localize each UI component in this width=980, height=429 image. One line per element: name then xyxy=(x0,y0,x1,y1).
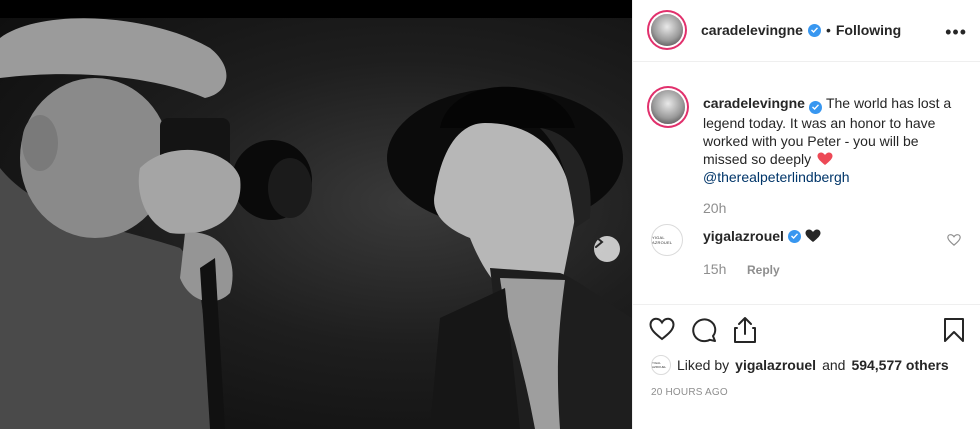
post-side-panel: caradelevingne • Following ••• caradelev… xyxy=(632,0,980,429)
top-black-bar xyxy=(0,0,632,18)
author-avatar[interactable] xyxy=(651,14,683,46)
verified-badge-icon xyxy=(787,229,801,243)
reply-username[interactable]: yigalazrouel xyxy=(703,228,784,244)
more-options-button[interactable]: ••• xyxy=(945,22,967,43)
black-heart-emoji-icon xyxy=(805,229,821,242)
mention-link[interactable]: @therealpeterlindbergh xyxy=(703,169,850,185)
comment-bubble-icon[interactable] xyxy=(691,317,717,343)
liked-by-prefix: Liked by xyxy=(677,357,730,373)
author-username[interactable]: caradelevingne xyxy=(701,22,803,38)
author-line: caradelevingne • Following xyxy=(701,22,901,38)
post-photo[interactable] xyxy=(0,18,632,429)
next-photo-button[interactable] xyxy=(594,236,620,262)
post-header: caradelevingne • Following ••• xyxy=(633,0,980,62)
photo-illustration xyxy=(0,18,632,429)
caption-time: 20h xyxy=(703,200,727,216)
reply-button[interactable]: Reply xyxy=(747,263,780,277)
bookmark-icon[interactable] xyxy=(943,317,965,343)
comments-section: caradelevingne The world has lost a legen… xyxy=(633,62,980,304)
verified-badge-icon xyxy=(808,100,822,114)
post-caption: caradelevingne The world has lost a legen… xyxy=(703,94,965,186)
comment-like-icon[interactable] xyxy=(947,234,961,246)
red-heart-emoji-icon xyxy=(817,152,833,165)
liker-avatar[interactable]: YIGAL AZROUEL xyxy=(651,355,671,375)
chevron-right-icon xyxy=(595,236,604,248)
instagram-post-view: caradelevingne • Following ••• caradelev… xyxy=(0,0,980,429)
post-actions: YIGAL AZROUEL Liked by yigalazrouel and … xyxy=(633,304,980,429)
verified-badge-icon xyxy=(807,23,821,37)
following-button[interactable]: Following xyxy=(836,22,901,38)
separator-dot: • xyxy=(825,22,831,38)
reply-avatar-text: YIGAL AZROUEL xyxy=(652,235,673,245)
share-upload-icon[interactable] xyxy=(733,316,757,344)
reply-comment: yigalazrouel xyxy=(703,228,821,244)
post-timestamp[interactable]: 20 HOURS AGO xyxy=(651,387,728,398)
likes-summary: YIGAL AZROUEL Liked by yigalazrouel and … xyxy=(651,355,949,375)
reply-time: 15h xyxy=(703,261,727,277)
caption-author-avatar[interactable] xyxy=(651,90,685,124)
heart-outline-icon[interactable] xyxy=(649,317,675,341)
reply-author-avatar[interactable]: YIGAL AZROUEL xyxy=(651,224,683,256)
likes-count[interactable]: 594,577 others xyxy=(851,357,948,373)
liked-by-conjunction: and xyxy=(822,357,846,373)
caption-username[interactable]: caradelevingne xyxy=(703,95,805,111)
liker-avatar-text: YIGAL AZROUEL xyxy=(652,361,667,369)
liker-username[interactable]: yigalazrouel xyxy=(735,357,816,373)
